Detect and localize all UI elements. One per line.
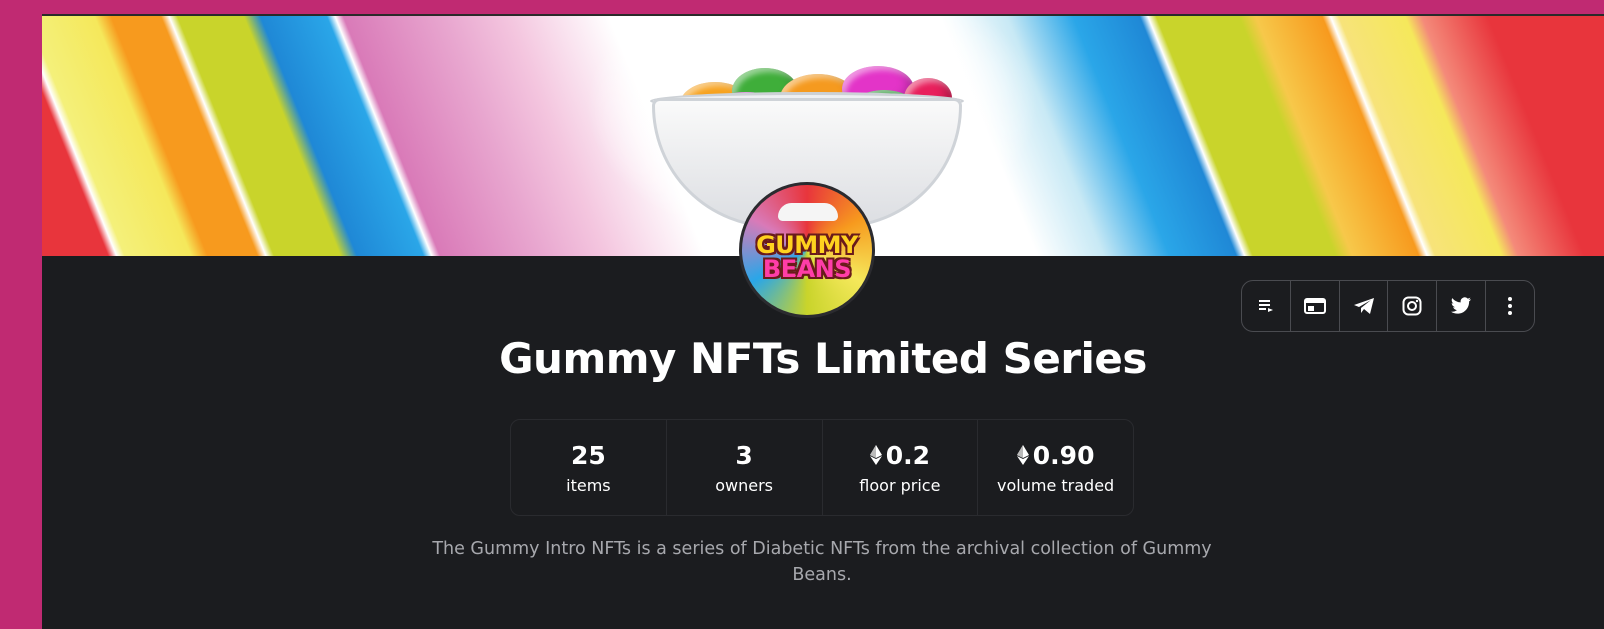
collection-page: GUMMY BEANS Gummy NFTs Limited Series 25… — [42, 16, 1604, 629]
twitter-button[interactable] — [1437, 281, 1487, 331]
activity-button[interactable] — [1242, 281, 1291, 331]
instagram-icon — [1402, 296, 1422, 316]
ethereum-icon — [1016, 445, 1029, 465]
more-options-button[interactable] — [1486, 281, 1534, 331]
stat-label: volume traded — [997, 475, 1115, 495]
stat-owners: 3 owners — [667, 420, 823, 515]
stat-volume-traded: 0.90 volume traded — [978, 420, 1133, 515]
collection-actions-bar — [1241, 280, 1535, 332]
stat-label: floor price — [859, 475, 941, 495]
stat-label: owners — [715, 475, 774, 495]
instagram-button[interactable] — [1388, 281, 1438, 331]
website-icon — [1303, 298, 1326, 314]
avatar-logo-text: GUMMY BEANS — [756, 231, 858, 283]
activity-icon — [1258, 300, 1273, 312]
ethereum-icon — [869, 445, 882, 465]
collection-description: The Gummy Intro NFTs is a series of Diab… — [432, 539, 1212, 585]
stat-label: items — [566, 475, 611, 495]
stat-value: 3 — [735, 440, 753, 470]
stat-floor-price: 0.2 floor price — [823, 420, 979, 515]
collection-title: Gummy NFTs Limited Series — [499, 334, 1147, 383]
more-icon — [1508, 297, 1513, 315]
telegram-icon — [1353, 298, 1374, 314]
stat-value: 0.90 — [1016, 441, 1094, 470]
avatar-bowl-graphic — [778, 203, 838, 221]
website-button[interactable] — [1291, 281, 1340, 331]
browser-top-strip — [42, 0, 1604, 14]
stat-items: 25 items — [511, 420, 667, 515]
collection-stats: 25 items 3 owners 0.2 floor price 0.90 v… — [510, 419, 1134, 516]
collection-avatar: GUMMY BEANS — [739, 182, 875, 318]
stat-value: 25 — [570, 440, 606, 470]
twitter-icon — [1451, 297, 1472, 314]
stat-value: 0.2 — [869, 441, 930, 470]
telegram-button[interactable] — [1340, 281, 1389, 331]
